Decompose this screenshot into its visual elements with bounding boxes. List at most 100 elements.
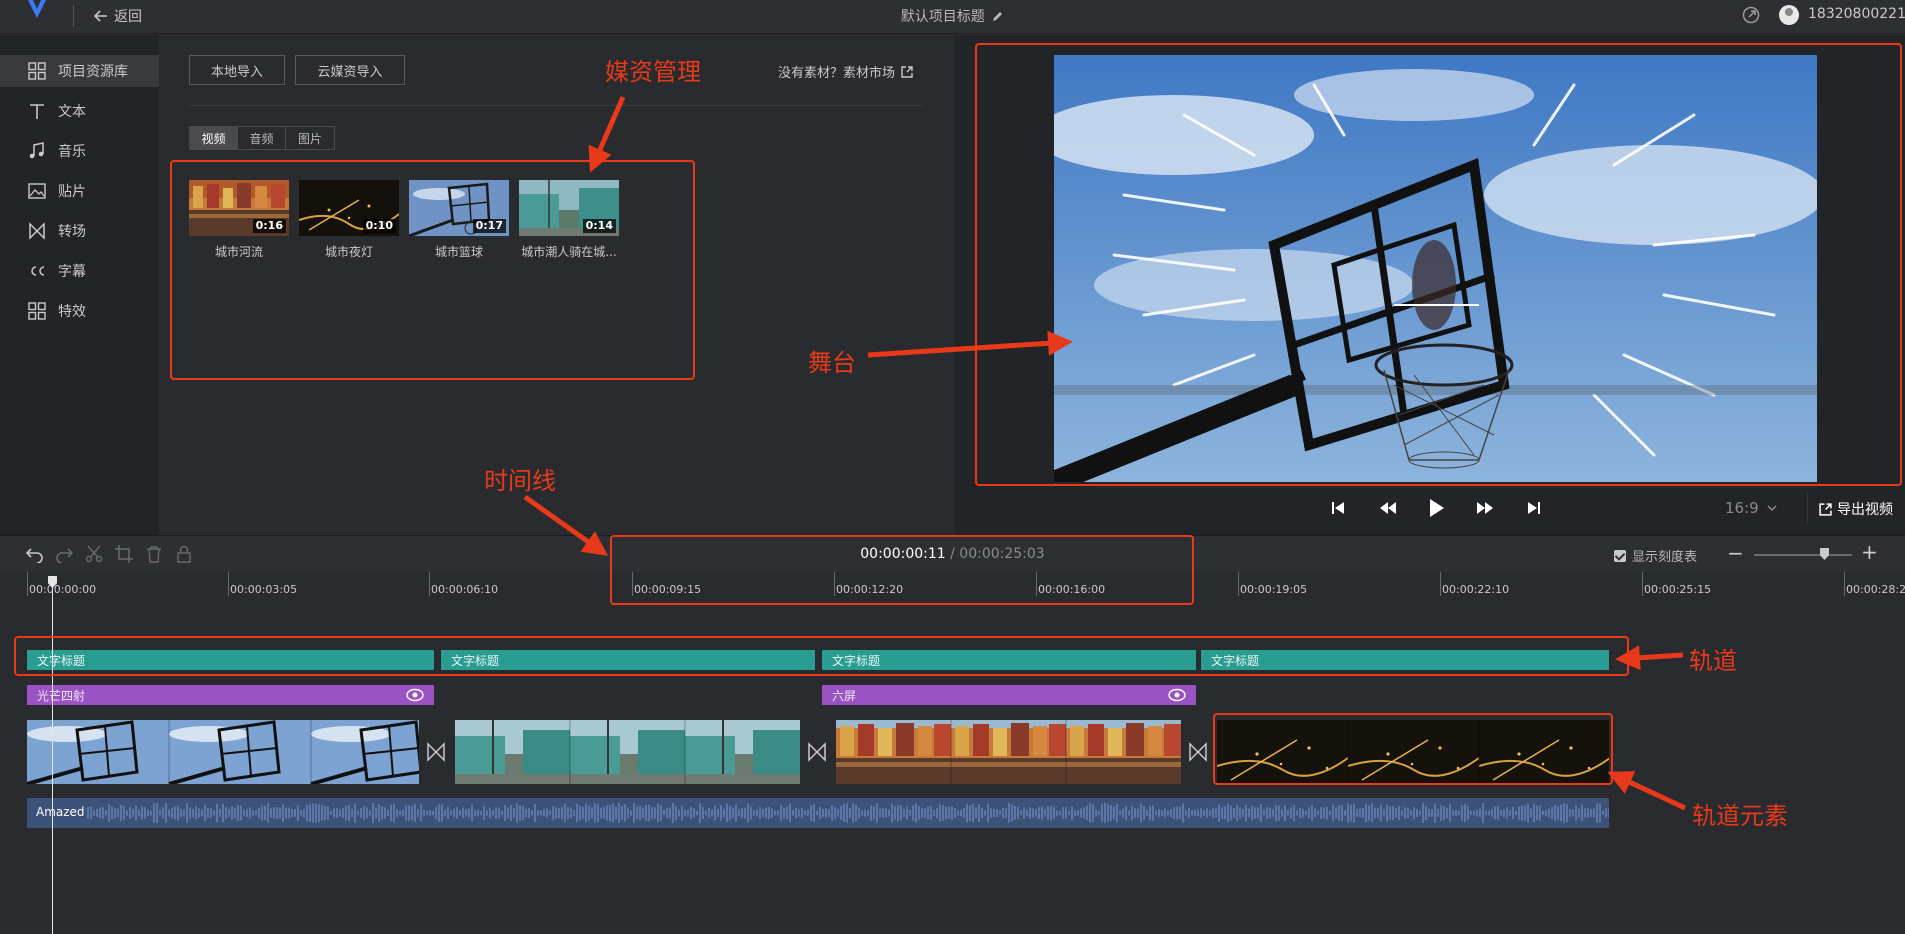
waveform-bar	[966, 803, 968, 823]
waveform-bar	[1458, 810, 1460, 816]
show-scale-checkbox[interactable]: 显示刻度表	[1614, 546, 1697, 565]
waveform-bar	[288, 807, 290, 819]
sidebar-item-transition[interactable]: 转场	[0, 215, 159, 247]
sidebar-item-project-library[interactable]: 项目资源库	[0, 55, 159, 87]
material-market-link[interactable]: 没有素材？素材市场	[778, 62, 913, 81]
waveform-bar	[210, 808, 212, 818]
waveform-bar	[804, 810, 806, 816]
grid-icon	[28, 62, 46, 80]
waveform-bar	[270, 808, 272, 818]
waveform-bar	[1146, 809, 1148, 817]
waveform-bar	[465, 809, 467, 817]
tab-audio[interactable]: 音频	[238, 127, 286, 149]
tab-image[interactable]: 图片	[286, 127, 334, 149]
waveform-bar	[978, 804, 980, 822]
share-icon[interactable]	[1742, 6, 1760, 24]
waveform-bar	[171, 807, 173, 819]
effect-clip[interactable]: 光芒四射	[27, 685, 434, 705]
waveform-bar	[150, 810, 152, 816]
eye-icon[interactable]	[1168, 688, 1186, 702]
transition-icon[interactable]	[806, 741, 828, 763]
sidebar-item-music[interactable]: 音乐	[0, 135, 159, 167]
text-clip[interactable]: 文字标题	[27, 650, 434, 670]
fast-forward-icon[interactable]	[1474, 497, 1496, 519]
sidebar-item-effects[interactable]: 特效	[0, 295, 159, 327]
sidebar-item-sticker[interactable]: 贴片	[0, 175, 159, 207]
waveform-bar	[201, 809, 203, 817]
back-button[interactable]: 返回	[94, 6, 142, 26]
media-item[interactable]: 0:17 城市篮球	[409, 180, 509, 260]
waveform-bar	[93, 810, 95, 816]
waveform-bar	[783, 807, 785, 819]
waveform-bar	[222, 803, 224, 823]
waveform-bar	[1494, 806, 1496, 820]
transition-icon[interactable]	[425, 741, 447, 763]
waveform-bar	[258, 807, 260, 819]
zoom-slider[interactable]	[1754, 554, 1852, 556]
waveform-bar	[987, 803, 989, 823]
waveform-bar	[1320, 807, 1322, 819]
checkbox-checked-icon	[1614, 549, 1626, 562]
export-video-button[interactable]: 导出视频	[1819, 499, 1893, 519]
sidebar-item-text[interactable]: 文本	[0, 95, 159, 127]
tab-video[interactable]: 视频	[190, 127, 238, 149]
waveform-bar	[297, 805, 299, 821]
waveform-bar	[489, 807, 491, 819]
waveform-bar	[1287, 810, 1289, 816]
eye-icon[interactable]	[406, 688, 424, 702]
skip-end-icon[interactable]	[1523, 497, 1545, 519]
media-thumbnail: 0:16	[189, 180, 289, 236]
annotation-media-management: 媒资管理	[605, 58, 701, 86]
waveform-bar	[1071, 806, 1073, 820]
zoom-out-button[interactable]: −	[1727, 541, 1744, 565]
time-ruler[interactable]: 00:00:00:00 00:00:03:05 00:00:06:10 00:0…	[0, 572, 1905, 612]
media-item[interactable]: 0:16 城市河流	[189, 180, 289, 260]
media-item[interactable]: 0:14 城市潮人骑在城...	[519, 180, 619, 260]
annotation-timeline: 时间线	[484, 467, 556, 495]
video-clip-street[interactable]	[455, 720, 800, 784]
waveform-bar	[1389, 806, 1391, 820]
preview-stage[interactable]	[1054, 55, 1817, 482]
waveform-bar	[1608, 808, 1609, 818]
video-clip-basketball[interactable]	[27, 720, 419, 784]
video-clip-river[interactable]	[836, 720, 1181, 784]
transition-icon	[29, 222, 45, 240]
waveform-bar	[468, 808, 470, 818]
username[interactable]: 18320800221	[1808, 6, 1905, 22]
playhead[interactable]	[52, 576, 53, 934]
rewind-icon[interactable]	[1377, 497, 1399, 519]
text-clip[interactable]: 文字标题	[1201, 650, 1609, 670]
play-icon[interactable]	[1425, 497, 1447, 519]
waveform-bar	[918, 806, 920, 820]
media-item[interactable]: 0:10 城市夜灯	[299, 180, 399, 260]
waveform-bar	[717, 809, 719, 817]
transition-icon[interactable]	[1187, 741, 1209, 763]
media-thumbnail: 0:14	[519, 180, 619, 236]
aspect-ratio-select[interactable]: 16:9	[1725, 499, 1777, 517]
waveform-bar	[177, 805, 179, 821]
waveform-bar	[1587, 807, 1589, 819]
waveform-bar	[1275, 804, 1277, 822]
waveform-bar	[816, 810, 818, 816]
text-clip[interactable]: 文字标题	[822, 650, 1196, 670]
zoom-in-button[interactable]: +	[1861, 540, 1878, 564]
waveform-bar	[381, 806, 383, 820]
waveform-bar	[639, 805, 641, 821]
effect-clip[interactable]: 六屏	[822, 685, 1196, 705]
waveform-bar	[1353, 803, 1355, 823]
sidebar-item-subtitle[interactable]: 字幕	[0, 255, 159, 287]
waveform-bar	[696, 810, 698, 816]
sidebar-item-label: 字幕	[58, 264, 86, 280]
cloud-import-button[interactable]: 云媒资导入	[295, 55, 405, 85]
text-clip[interactable]: 文字标题	[441, 650, 815, 670]
project-title-text[interactable]: 默认项目标题	[901, 9, 985, 25]
waveform-bar	[567, 806, 569, 820]
local-import-button[interactable]: 本地导入	[189, 55, 285, 85]
audio-clip[interactable]: Amazed	[27, 798, 1609, 828]
avatar[interactable]	[1779, 5, 1799, 25]
waveform-bar	[546, 808, 548, 818]
skip-start-icon[interactable]	[1327, 497, 1349, 519]
waveform-bar	[1557, 806, 1559, 820]
video-clip-night-lights[interactable]	[1217, 720, 1609, 784]
pencil-icon[interactable]	[992, 10, 1004, 22]
